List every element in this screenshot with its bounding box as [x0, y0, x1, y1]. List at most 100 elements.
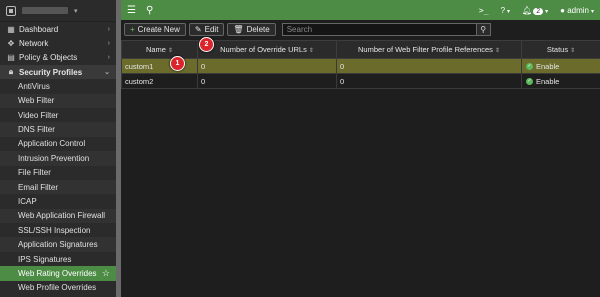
sidebar-item-file-filter[interactable]: File Filter: [0, 166, 116, 180]
sidebar-item-label: Intrusion Prevention: [18, 153, 90, 163]
search-box: ⚲: [281, 23, 491, 36]
edit-button[interactable]: ✎ Edit: [188, 23, 225, 36]
star-icon[interactable]: ☆: [102, 268, 110, 279]
overrides-table: Name ⇕ Number of Override URLs ⇕ Number of…: [121, 40, 600, 89]
sidebar-item-label: Web Application Firewall: [18, 211, 106, 221]
sidebar-item-label: SSL/SSH Inspection: [18, 225, 91, 235]
sidebar-item-web-profile-overrides[interactable]: Web Profile Overrides: [0, 281, 116, 295]
chevron-down-icon: ▾: [74, 7, 78, 15]
sort-icon: ⇕: [167, 48, 174, 54]
delete-label: Delete: [246, 25, 270, 34]
trash-icon: 🗑︎: [233, 25, 244, 34]
notifications-menu[interactable]: 🔔︎ 2 ▾: [522, 6, 548, 15]
help-icon: ?: [500, 5, 506, 15]
sidebar-item-antivirus[interactable]: AntiVirus: [0, 79, 116, 93]
sidebar-item-dashboard[interactable]: ▦ Dashboard ›: [0, 22, 116, 36]
sidebar-item-label: DNS Filter: [18, 125, 55, 135]
delete-button[interactable]: 🗑︎ Delete: [227, 23, 276, 36]
sidebar: ▾ ▦ Dashboard › ✥ Network › ▤ Policy & O…: [0, 0, 116, 297]
sidebar-item-intrusion-prevention[interactable]: Intrusion Prevention: [0, 151, 116, 166]
sidebar-section-security-profiles[interactable]: 🔒︎ Security Profiles ⌄: [0, 64, 116, 80]
cell-name: custom2: [121, 73, 198, 89]
status-label: Enable: [536, 61, 560, 71]
chevron-right-icon: ›: [107, 54, 110, 62]
network-icon: ✥: [7, 38, 15, 48]
sidebar-item-label: Security Profiles: [19, 67, 83, 77]
column-header-profile-references[interactable]: Number of Web Filter Profile References ⇕: [336, 40, 522, 59]
sidebar-item-label: Web Profile Overrides: [18, 283, 97, 293]
main-content: ☰ ⚲ >_ ? ▾ 🔔︎ 2 ▾ ● admin ▾ + Create New ✎ E…: [121, 0, 600, 297]
sidebar-item-application-control[interactable]: Application Control: [0, 137, 116, 151]
hostname-redacted: [22, 7, 68, 14]
menu-icon[interactable]: ☰: [127, 5, 136, 16]
cli-console-icon[interactable]: >_: [479, 6, 489, 15]
sidebar-item-label: Application Control: [18, 139, 86, 149]
search-button[interactable]: ⚲: [476, 23, 491, 36]
sidebar-item-label: Dashboard: [19, 24, 59, 34]
sidebar-item-label: IPS Signatures: [18, 254, 72, 264]
toolbar: + Create New ✎ Edit 🗑︎ Delete ⚲: [124, 23, 491, 36]
cell-status: ✓ Enable: [521, 58, 600, 74]
sidebar-item-web-application-firewall[interactable]: Web Application Firewall: [0, 208, 116, 224]
notification-count-badge: 2: [533, 7, 544, 15]
policy-icon: ▤: [7, 53, 15, 63]
column-header-override-urls[interactable]: Number of Override URLs ⇕: [197, 40, 337, 59]
sidebar-item-icap[interactable]: ICAP: [0, 194, 116, 208]
dashboard-icon: ▦: [7, 24, 15, 34]
topbar-right: >_ ? ▾ 🔔︎ 2 ▾ ● admin ▾: [479, 6, 594, 15]
user-icon: ●: [560, 5, 565, 15]
chevron-right-icon: ›: [107, 25, 110, 33]
user-name: admin: [567, 5, 589, 15]
column-header-label: Number of Web Filter Profile References: [358, 45, 493, 54]
status-label: Enable: [536, 76, 560, 86]
search-icon: ⚲: [480, 25, 487, 34]
brand-header[interactable]: ▾: [0, 0, 116, 22]
pencil-icon: ✎: [194, 25, 202, 34]
step-callout-2: 2: [199, 37, 214, 52]
column-header-status[interactable]: Status ⇕: [521, 40, 600, 59]
sidebar-item-ssl-ssh-inspection[interactable]: SSL/SSH Inspection: [0, 223, 116, 237]
sidebar-item-label: Policy & Objects: [19, 53, 78, 63]
sidebar-item-dns-filter[interactable]: DNS Filter: [0, 122, 116, 137]
sidebar-item-label: File Filter: [18, 168, 51, 178]
sidebar-item-email-filter[interactable]: Email Filter: [0, 179, 116, 195]
sidebar-item-policy-objects[interactable]: ▤ Policy & Objects ›: [0, 51, 116, 65]
cell-name: custom1: [121, 58, 198, 74]
top-bar: ☰ ⚲ >_ ? ▾ 🔔︎ 2 ▾ ● admin ▾: [121, 0, 600, 20]
sort-icon: ⇕: [570, 48, 576, 54]
step-callout-1: 1: [170, 56, 185, 71]
sidebar-item-label: Email Filter: [18, 182, 59, 192]
lock-icon: 🔒︎: [8, 67, 14, 77]
sidebar-item-video-filter[interactable]: Video Filter: [0, 108, 116, 122]
sidebar-item-web-filter[interactable]: Web Filter: [0, 93, 116, 108]
search-icon[interactable]: ⚲: [146, 5, 153, 16]
user-menu[interactable]: ● admin ▾: [560, 6, 594, 15]
bell-icon: 🔔︎: [522, 5, 533, 15]
chevron-down-icon: ▾: [590, 8, 594, 15]
search-input[interactable]: [281, 23, 477, 36]
sidebar-item-network[interactable]: ✥ Network ›: [0, 36, 116, 50]
cell-profile-references: 0: [336, 58, 522, 74]
create-new-label: Create New: [137, 25, 180, 34]
sidebar-item-label: AntiVirus: [18, 81, 50, 91]
chevron-right-icon: ›: [107, 39, 110, 47]
sidebar-item-label: Video Filter: [18, 110, 59, 120]
sort-icon: ⇕: [494, 48, 500, 54]
chevron-down-icon: ▾: [545, 8, 549, 15]
column-header-label: Number of Override URLs: [220, 45, 307, 54]
sort-icon: ⇕: [308, 48, 314, 54]
sidebar-item-label: Web Rating Overrides: [18, 268, 97, 278]
column-header-name[interactable]: Name ⇕: [121, 40, 198, 59]
sidebar-item-label: Application Signatures: [18, 240, 98, 250]
sidebar-item-label: Web Filter: [18, 96, 55, 106]
create-new-button[interactable]: + Create New: [124, 23, 186, 36]
table-row[interactable]: custom2 0 0 ✓ Enable: [121, 73, 600, 89]
sidebar-item-ips-signatures[interactable]: IPS Signatures: [0, 252, 116, 266]
sidebar-item-application-signatures[interactable]: Application Signatures: [0, 237, 116, 252]
table-row[interactable]: custom1 0 0 ✓ Enable: [121, 58, 600, 74]
cell-override-urls: 0: [197, 58, 337, 74]
help-menu[interactable]: ? ▾: [501, 6, 510, 15]
sidebar-item-web-rating-overrides[interactable]: Web Rating Overrides ☆: [0, 266, 116, 281]
check-circle-icon: ✓: [526, 78, 533, 86]
edit-label: Edit: [204, 25, 219, 34]
